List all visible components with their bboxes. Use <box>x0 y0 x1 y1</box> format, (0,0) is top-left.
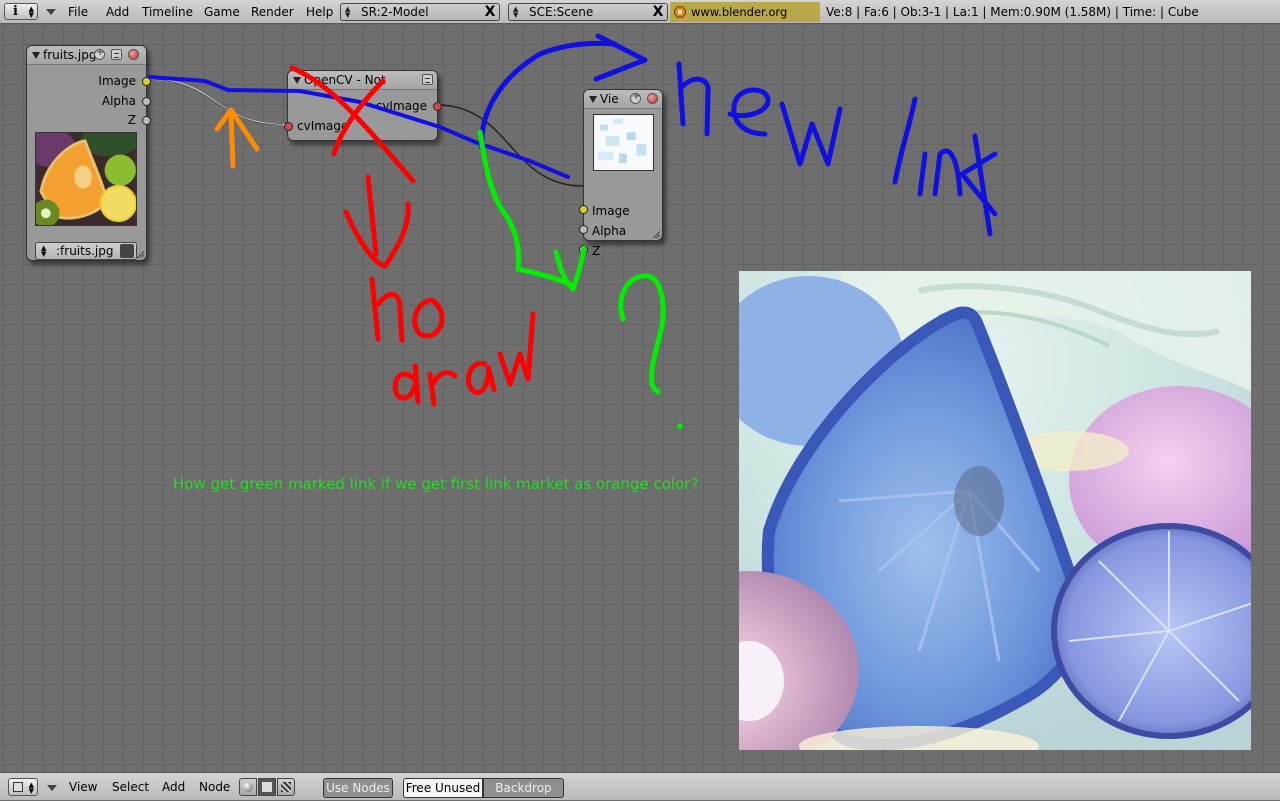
blender-logo-icon <box>674 6 686 18</box>
menu-select[interactable]: Select <box>112 773 149 801</box>
sphere-icon <box>243 782 253 792</box>
scene-name[interactable]: SCE:Scene <box>529 4 593 20</box>
menu-add[interactable]: Add <box>162 773 185 801</box>
scene-selector[interactable]: ▲ ▼ SCE:Scene X <box>508 3 668 21</box>
menu-game[interactable]: Game <box>204 0 240 24</box>
editor-type-selector[interactable]: ▲ ▼ <box>8 778 38 796</box>
handwriting-l <box>892 96 918 185</box>
handwriting-i <box>917 151 928 197</box>
green-question-dot <box>677 423 683 429</box>
backdrop-toggle[interactable]: Backdrop <box>483 778 564 798</box>
handwriting-k <box>959 133 998 237</box>
menu-add[interactable]: Add <box>106 0 129 24</box>
composite-nodes-button[interactable] <box>258 778 276 796</box>
menu-node[interactable]: Node <box>199 773 230 801</box>
material-nodes-button[interactable] <box>239 778 257 796</box>
free-unused-toggle[interactable]: Free Unused <box>403 778 483 798</box>
scene-stats: Ve:8 | Fa:6 | Ob:3-1 | La:1 | Mem:0.90M … <box>826 5 1199 19</box>
info-icon: i <box>13 4 18 19</box>
annotation-overlay <box>148 33 998 429</box>
blue-new-link-stroke <box>148 75 570 179</box>
orange-arrowhead <box>214 107 260 152</box>
red-arrow-shaft <box>365 174 379 257</box>
menu-timeline[interactable]: Timeline <box>142 0 193 24</box>
menu-view[interactable]: View <box>69 773 97 801</box>
use-nodes-toggle[interactable]: Use Nodes <box>323 778 393 798</box>
handwriting-r-red <box>427 370 458 407</box>
updown-icon: ▲ ▼ <box>345 5 351 19</box>
green-question-mark <box>618 273 666 395</box>
delete-screen-button[interactable]: X <box>481 3 499 21</box>
info-header: i ▲ ▼ File Add Timeline Game Render Help … <box>0 0 1280 39</box>
updown-icon: ▲ ▼ <box>513 5 519 19</box>
blue-curved-arrow <box>479 40 618 151</box>
red-x-stroke-1 <box>289 65 416 184</box>
texture-icon <box>281 782 291 792</box>
handwriting-e <box>727 87 771 137</box>
handwriting-n-red <box>369 276 405 343</box>
collapse-menu-icon[interactable] <box>46 9 56 15</box>
node-editor-icon <box>13 782 23 792</box>
node-editor-header: ▲ ▼ View Select Add Node Use Nodes Free U… <box>0 772 1280 800</box>
spinner-arrows-icon: ▲ ▼ <box>28 781 34 795</box>
handwriting-n2 <box>932 148 963 197</box>
delete-scene-button[interactable]: X <box>649 3 667 21</box>
menu-file[interactable]: File <box>68 0 88 24</box>
menu-render[interactable]: Render <box>251 0 294 24</box>
orange-arrow-shaft <box>228 109 236 169</box>
handwriting-n <box>676 61 711 137</box>
texture-nodes-button[interactable] <box>277 778 295 796</box>
handwriting-o-red <box>412 297 445 339</box>
handwriting-w-red <box>497 311 536 387</box>
spinner-arrows-icon: ▲ ▼ <box>28 5 34 19</box>
node-editor-area[interactable]: fruits.jpg Image Alpha Z ▲▼ :fruits.jpg <box>0 24 1280 772</box>
blender-version-badge: www.blender.org 248.1 <box>670 2 820 39</box>
screen-name[interactable]: SR:2-Model <box>361 4 429 20</box>
handwriting-d-red <box>392 363 421 405</box>
window-type-selector[interactable]: i ▲ ▼ <box>4 3 38 20</box>
menu-help[interactable]: Help <box>306 0 333 24</box>
handwriting-w <box>779 101 843 167</box>
collapse-menu-icon[interactable] <box>47 785 57 791</box>
compositing-icon <box>262 782 272 792</box>
red-arrowhead <box>343 201 411 269</box>
question-annotation: How get green marked link if we get firs… <box>173 475 699 493</box>
screen-selector[interactable]: ▲ ▼ SR:2-Model X <box>340 3 500 21</box>
handwriting-a-red <box>466 360 497 395</box>
